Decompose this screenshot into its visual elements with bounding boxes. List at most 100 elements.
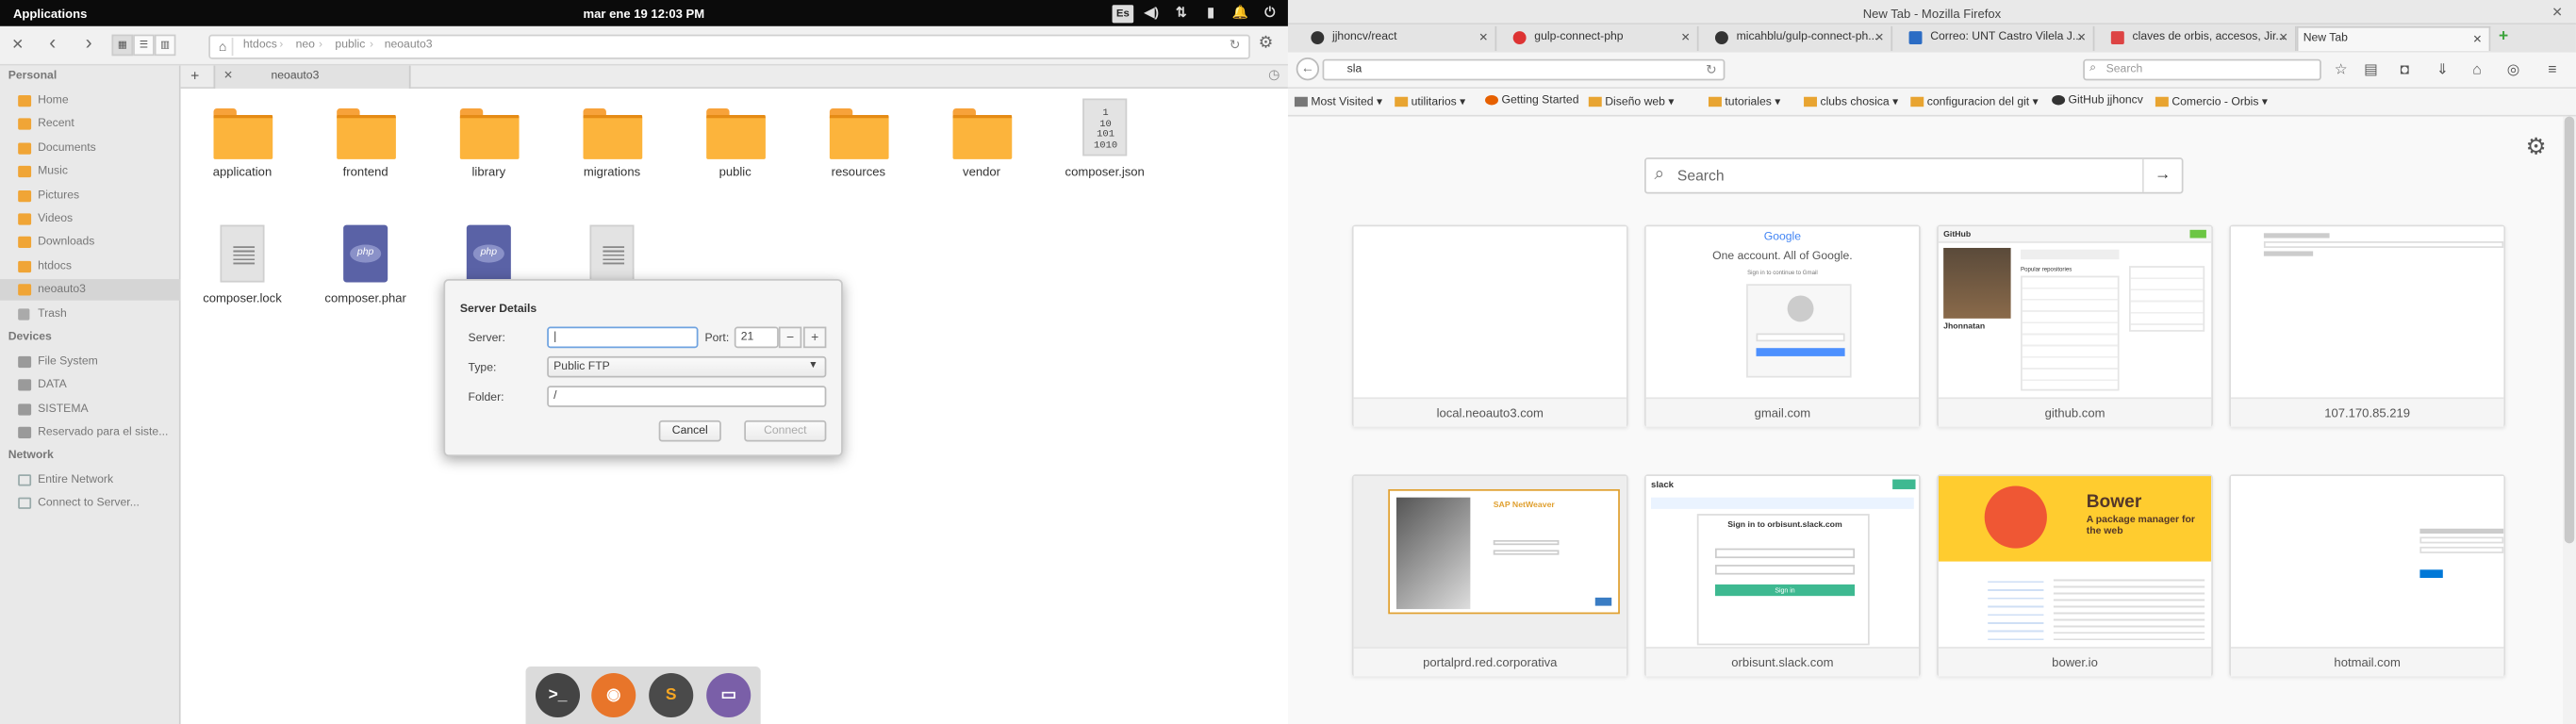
tile-hotmail[interactable]: hotmail.com (2229, 474, 2506, 677)
sidebar-item-trash[interactable]: Trash (0, 304, 181, 325)
tile-orbisunt-slack[interactable]: slack Sign in to orbisunt.slack.com Sign… (1644, 474, 1921, 677)
sidebar-item-documents[interactable]: Documents (0, 138, 181, 159)
breadcrumb-neo[interactable]: neo (296, 40, 315, 51)
tab-jjhoncv-react[interactable]: jjhoncv/react ✕ (1295, 25, 1497, 51)
breadcrumb-public[interactable]: public (335, 40, 365, 51)
sidebar-item-home[interactable]: Home (0, 90, 181, 112)
new-tab-icon[interactable]: + (190, 67, 199, 83)
tile-portalprd[interactable]: SAP NetWeaver portalprd.red.corporativa (1351, 474, 1628, 677)
bookmark-comercio-orbis[interactable]: Comercio - Orbis ▾ (2155, 95, 2268, 108)
close-window-icon[interactable]: ✕ (11, 36, 24, 54)
breadcrumb-neoauto3[interactable]: neoauto3 (385, 40, 433, 51)
tile-gmail[interactable]: Google One account. All of Google. Sign … (1644, 224, 1921, 427)
back-button[interactable]: ← (1296, 57, 1320, 81)
server-input[interactable]: | (547, 326, 699, 349)
gear-icon[interactable]: ⚙ (2526, 133, 2547, 161)
tab-gulp-connect-php[interactable]: gulp-connect-php ✕ (1496, 25, 1699, 51)
sidebar-item-music[interactable]: Music (0, 161, 181, 183)
connect-button[interactable]: Connect (744, 420, 827, 442)
tab-correo[interactable]: Correo: UNT Castro Vilela J... ✕ (1892, 25, 2095, 51)
sidebar-item-downloads[interactable]: Downloads (0, 232, 181, 254)
battery-icon[interactable]: ▮ (1199, 2, 1222, 25)
bookmark-most-visited[interactable]: Most Visited ▾ (1294, 95, 1382, 108)
bookmark-clubs-chosica[interactable]: clubs chosica ▾ (1804, 95, 1898, 108)
file-item[interactable]: resources (797, 89, 920, 187)
firefox-icon[interactable]: ◉ (591, 673, 636, 718)
back-icon[interactable]: ‹ (49, 31, 56, 54)
sidebar-item-pictures[interactable]: Pictures (0, 186, 181, 207)
terminal-icon[interactable]: >_ (535, 673, 581, 718)
type-select[interactable]: Public FTP ▼ (547, 355, 827, 378)
sidebar-item-reservado[interactable]: Reservado para el siste... (0, 422, 181, 444)
notification-icon[interactable]: 🔔 (1229, 2, 1251, 25)
scrollbar-thumb[interactable] (2564, 116, 2575, 544)
pocket-icon[interactable]: ◘ (2401, 60, 2409, 76)
search-go-button[interactable]: → (2141, 158, 2182, 192)
tab-neoauto3[interactable]: ✕ neoauto3 (213, 65, 411, 90)
sidebar-item-neoauto3[interactable]: neoauto3 (0, 279, 181, 301)
bookmark-utilitarios[interactable]: utilitarios ▾ (1395, 95, 1465, 108)
bookmark-tutoriales[interactable]: tutoriales ▾ (1708, 95, 1780, 108)
file-item[interactable]: migrations (551, 89, 674, 187)
tile-bower[interactable]: Bower A package manager for the web bowe… (1937, 474, 2213, 677)
tile-107-170-85-219[interactable]: 107.170.85.219 (2229, 224, 2506, 427)
file-item[interactable]: public (673, 89, 797, 187)
sidebar-item-htdocs[interactable]: htdocs (0, 256, 181, 278)
forward-icon[interactable]: › (86, 31, 92, 54)
keyboard-layout-indicator[interactable]: Es (1112, 4, 1134, 23)
sidebar-item-recent[interactable]: Recent (0, 113, 181, 135)
sidebar-item-sistema[interactable]: SISTEMA (0, 399, 181, 420)
network-icon[interactable]: ⇅ (1170, 2, 1193, 25)
breadcrumb-htdocs[interactable]: htdocs (243, 40, 277, 51)
close-tab-icon[interactable]: ✕ (223, 69, 233, 82)
url-bar[interactable]: sla ↻ (1322, 58, 1726, 81)
file-item[interactable]: library (427, 89, 551, 187)
tab-new-tab[interactable]: New Tab ✕ (2296, 25, 2491, 51)
tab-micahblu[interactable]: micahblu/gulp-connect-ph... ✕ (1699, 25, 1893, 51)
settings-menu-icon[interactable]: ⚙ (1259, 35, 1274, 53)
file-item[interactable]: 1 10 101 1010 composer.json (1043, 89, 1166, 187)
cancel-button[interactable]: Cancel (658, 420, 721, 442)
port-input[interactable]: 21 (734, 326, 779, 349)
reload-icon[interactable]: ↻ (1230, 38, 1241, 53)
applications-menu[interactable]: Applications (13, 7, 87, 22)
column-view-icon[interactable]: ▥ (154, 34, 176, 57)
bookmark-star-icon[interactable]: ☆ (2335, 60, 2348, 78)
reading-list-icon[interactable]: ▤ (2364, 60, 2378, 78)
home-icon[interactable]: ⌂ (213, 38, 234, 57)
bookmark-diseno-web[interactable]: Diseño web ▾ (1588, 95, 1674, 108)
sidebar-item-videos[interactable]: Videos (0, 208, 181, 230)
page-scrollbar[interactable] (2562, 116, 2576, 724)
menu-icon[interactable]: ≡ (2548, 60, 2556, 76)
file-item[interactable] (551, 215, 674, 283)
file-item[interactable]: vendor (920, 89, 1044, 187)
history-icon[interactable]: ◷ (1268, 67, 1280, 82)
file-item[interactable]: composer.lock (181, 215, 305, 313)
sidebar-item-connect-to-server[interactable]: Connect to Server... (0, 492, 181, 514)
files-icon[interactable]: ▭ (706, 673, 751, 718)
search-bar[interactable]: ⌕ Search (2083, 58, 2321, 81)
sidebar-item-data[interactable]: DATA (0, 374, 181, 396)
port-decrement-button[interactable]: − (778, 326, 802, 349)
file-item[interactable]: php (427, 215, 551, 283)
path-bar[interactable]: ⌂ htdocs › neo › public › neoauto3 ↻ (208, 34, 1250, 59)
tile-local-neoauto3[interactable]: local.neoauto3.com (1351, 224, 1628, 427)
sidebar-item-entire-network[interactable]: Entire Network (0, 469, 181, 491)
close-window-icon[interactable]: ✕ (2551, 5, 2563, 20)
tab-claves-orbis[interactable]: claves de orbis, accesos, Jir... ✕ (2094, 25, 2297, 51)
file-item[interactable]: php composer.phar (304, 215, 427, 313)
volume-icon[interactable]: ◀) (1140, 2, 1163, 25)
tile-github[interactable]: GitHub Jhonnatan Popular repositories gi… (1937, 224, 2213, 427)
bookmark-configuracion-git[interactable]: configuracion del git ▾ (1910, 95, 2039, 108)
open-new-tab-icon[interactable]: + (2499, 28, 2508, 46)
sublime-text-icon[interactable]: S (649, 673, 694, 718)
file-item[interactable]: application (181, 89, 305, 187)
folder-input[interactable]: / (547, 386, 827, 407)
port-increment-button[interactable]: + (802, 326, 827, 349)
chat-icon[interactable]: ◎ (2507, 60, 2520, 78)
sidebar-item-file-system[interactable]: File System (0, 352, 181, 373)
clock[interactable]: mar ene 19 12:03 PM (584, 7, 705, 22)
power-icon[interactable]: ⏻ (1259, 2, 1281, 25)
newtab-search[interactable]: ⌕ Search → (1644, 157, 2184, 194)
file-item[interactable]: frontend (304, 89, 427, 187)
